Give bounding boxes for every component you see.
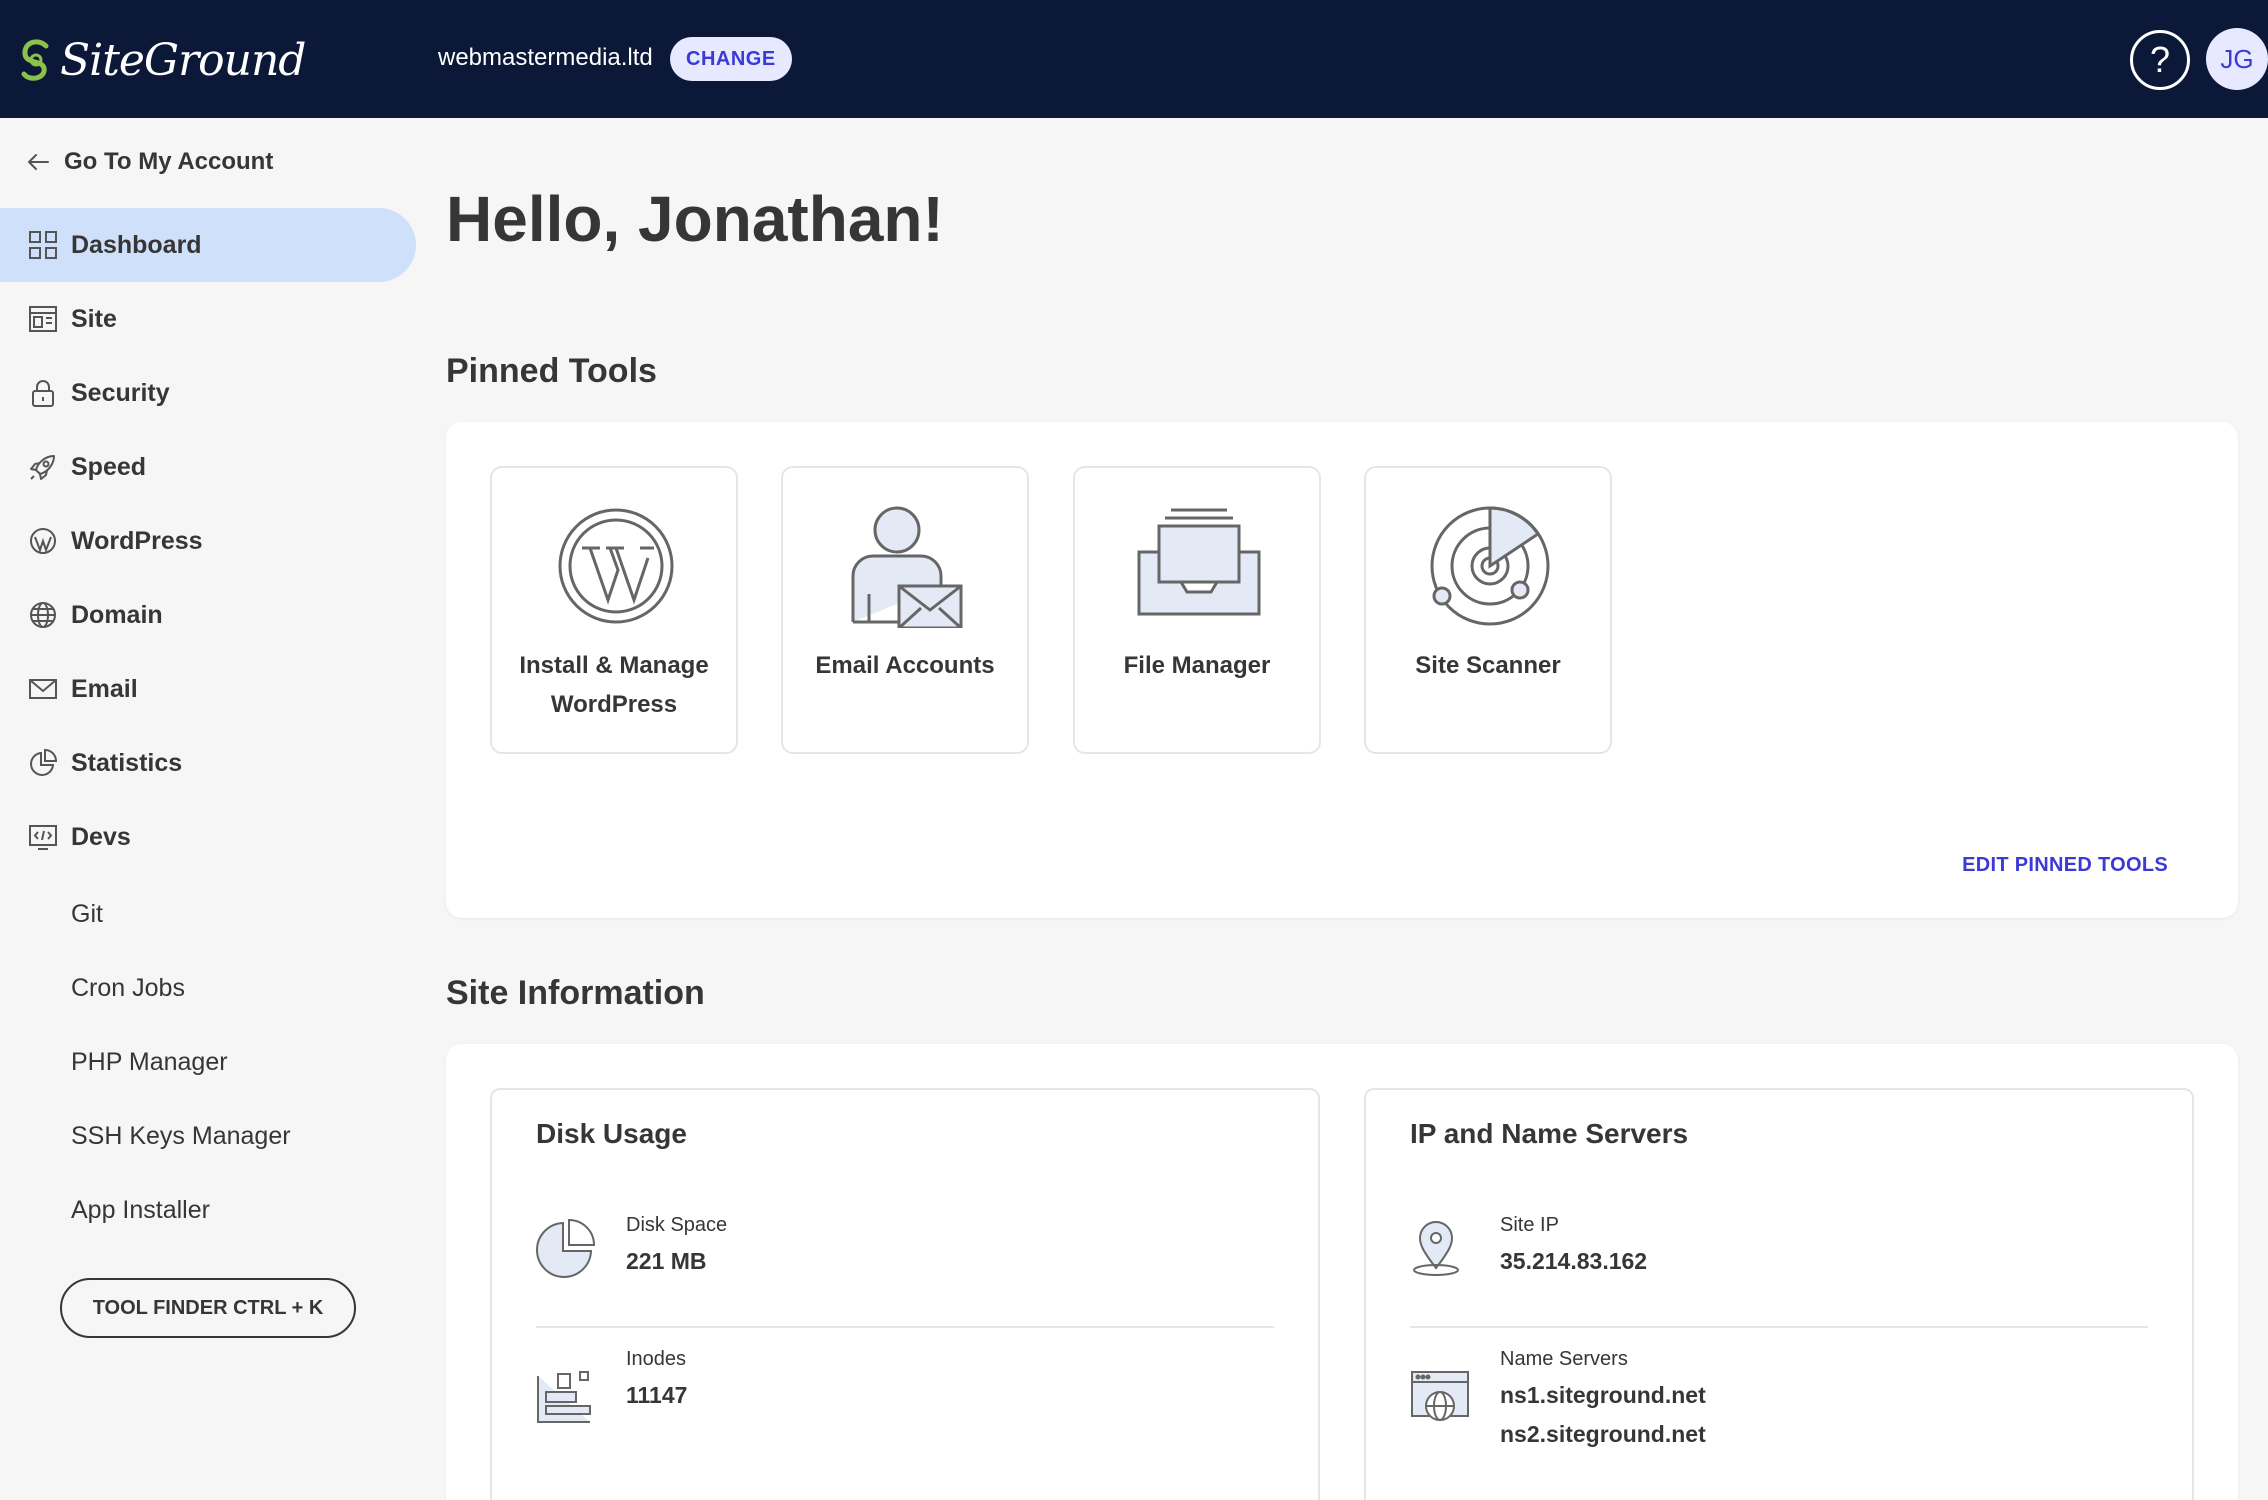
ip-name-servers-title: IP and Name Servers [1410, 1118, 1689, 1149]
wordpress-icon [558, 508, 674, 624]
email-accounts-icon [851, 506, 963, 628]
sidebar-subitem-app-installer[interactable]: App Installer [71, 1196, 210, 1225]
sidebar-item-label: Statistics [71, 748, 183, 777]
wordpress-icon [28, 526, 58, 556]
sidebar-subitem-cron-jobs[interactable]: Cron Jobs [71, 974, 185, 1003]
arrow-left-icon [28, 154, 49, 170]
site-ip-row: Site IP 35.214.83.162 [1410, 1214, 2148, 1284]
code-icon [28, 822, 58, 852]
sidebar-subitem-ssh-keys-manager[interactable]: SSH Keys Manager [71, 1122, 291, 1151]
sidebar-item-wordpress[interactable]: WordPress [0, 504, 416, 578]
name-server-2[interactable]: ns2.siteground.net [1500, 1415, 1706, 1454]
edit-pinned-tools-link[interactable]: EDIT PINNED TOOLS [1962, 854, 2168, 877]
pie-chart-icon [28, 748, 58, 778]
name-servers-label: Name Servers [1500, 1348, 1628, 1370]
sidebar-item-domain[interactable]: Domain [0, 578, 416, 652]
disk-usage-panel: Disk Usage Disk Space 221 MB Inodes 1114… [490, 1088, 1320, 1500]
change-site-button[interactable]: CHANGE [670, 37, 792, 81]
pinned-tool-file-manager[interactable]: File Manager [1073, 466, 1321, 754]
dashboard-icon [28, 230, 58, 260]
sidebar-item-label: Domain [71, 600, 163, 629]
pinned-tool-label: Site Scanner [1415, 652, 1561, 679]
inodes-icon [536, 1366, 596, 1426]
dns-server-icon [1410, 1366, 1470, 1426]
site-information-card: Disk Usage Disk Space 221 MB Inodes 1114… [446, 1044, 2238, 1500]
pinned-tool-label: File Manager [1123, 652, 1271, 679]
sidebar-item-devs[interactable]: Devs [0, 800, 416, 874]
name-servers-row: Name Servers ns1.siteground.net ns2.site… [1410, 1348, 2148, 1448]
divider [1410, 1326, 2148, 1328]
sidebar-item-site[interactable]: Site [0, 282, 416, 356]
logo-text: SiteGround [60, 34, 306, 86]
location-pin-icon [1410, 1218, 1470, 1278]
ip-name-servers-panel: IP and Name Servers Site IP 35.214.83.16… [1364, 1088, 2194, 1500]
name-server-1[interactable]: ns1.siteground.net [1500, 1376, 1706, 1415]
back-link-label: Go To My Account [64, 148, 274, 175]
sidebar-item-email[interactable]: Email [0, 652, 416, 726]
site-information-title: Site Information [446, 974, 705, 1012]
sidebar-item-label: Devs [71, 822, 131, 851]
pinned-tools-title: Pinned Tools [446, 352, 657, 390]
rocket-icon [28, 452, 58, 482]
pinned-tools-card: Install & Manage WordPress Email Account… [446, 422, 2238, 918]
file-manager-icon [1137, 508, 1261, 616]
siteground-logo[interactable]: SiteGround [20, 30, 306, 90]
sidebar-item-statistics[interactable]: Statistics [0, 726, 416, 800]
sidebar-item-label: Dashboard [71, 230, 202, 259]
disk-pie-icon [536, 1218, 596, 1278]
inodes-label: Inodes [626, 1348, 687, 1370]
disk-space-row: Disk Space 221 MB [536, 1214, 1274, 1284]
sidebar-subitem-git[interactable]: Git [71, 900, 103, 929]
pinned-tool-site-scanner[interactable]: Site Scanner [1364, 466, 1612, 754]
envelope-icon [28, 674, 58, 704]
disk-usage-title: Disk Usage [536, 1118, 687, 1149]
site-icon [28, 304, 58, 334]
sidebar-item-label: Email [71, 674, 138, 703]
pinned-tool-label: Install & Manage WordPress [519, 652, 709, 718]
go-to-my-account-link[interactable]: Go To My Account [26, 148, 273, 176]
sidebar-item-dashboard[interactable]: Dashboard [0, 208, 416, 282]
pinned-tool-label: Email Accounts [815, 652, 995, 679]
tool-finder-button[interactable]: TOOL FINDER CTRL + K [60, 1278, 356, 1338]
sidebar: Go To My Account Dashboard Site Security… [0, 118, 416, 1500]
sidebar-item-label: WordPress [71, 526, 203, 555]
divider [536, 1326, 1274, 1328]
lock-icon [28, 378, 58, 408]
inodes-row: Inodes 11147 [536, 1348, 1274, 1423]
page-greeting: Hello, Jonathan! [446, 183, 944, 255]
site-ip-value[interactable]: 35.214.83.162 [1500, 1242, 1647, 1281]
help-button[interactable]: ? [2130, 30, 2190, 90]
question-mark-icon: ? [2149, 39, 2171, 80]
sidebar-item-speed[interactable]: Speed [0, 430, 416, 504]
disk-space-label: Disk Space [626, 1214, 728, 1236]
current-site-name: webmastermedia.ltd [438, 44, 653, 71]
top-bar: SiteGround webmastermedia.ltd CHANGE ? J… [0, 0, 2268, 118]
sidebar-subitem-php-manager[interactable]: PHP Manager [71, 1048, 228, 1077]
radar-icon [1430, 506, 1550, 626]
site-ip-label: Site IP [1500, 1214, 1559, 1236]
sidebar-item-label: Speed [71, 452, 147, 481]
sidebar-item-label: Security [71, 378, 170, 407]
user-avatar[interactable]: JG [2206, 28, 2268, 90]
logo-swirl-icon [21, 39, 49, 81]
inodes-value: 11147 [626, 1382, 688, 1408]
pinned-tool-wordpress[interactable]: Install & Manage WordPress [490, 466, 738, 754]
disk-space-value: 221 MB [626, 1248, 707, 1274]
sidebar-item-security[interactable]: Security [0, 356, 416, 430]
sidebar-item-label: Site [71, 304, 117, 333]
pinned-tool-email-accounts[interactable]: Email Accounts [781, 466, 1029, 754]
globe-icon [28, 600, 58, 630]
